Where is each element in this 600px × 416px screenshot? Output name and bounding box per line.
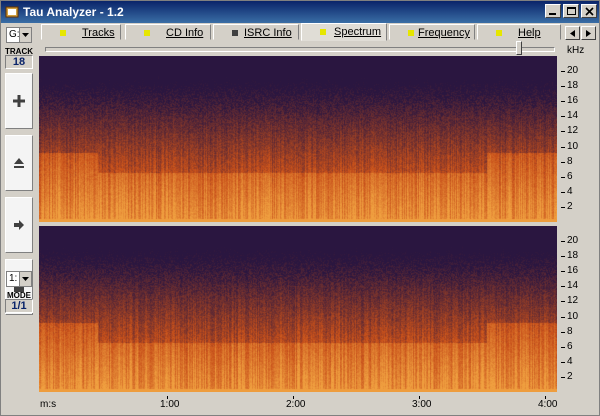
frequency-tick-label: 8 (561, 325, 573, 337)
time-tick-label: 2:00 (286, 399, 306, 410)
spectrum-channel-right (39, 226, 557, 392)
frequency-tick-label: 2 (561, 200, 573, 212)
tab-bar: Tracks CD Info ISRC Info Spectrum Freque… (39, 23, 599, 41)
next-button[interactable] (5, 197, 33, 253)
plus-play-icon (13, 95, 25, 107)
drive-select[interactable]: G: (6, 27, 32, 43)
frequency-tick-label: 18 (560, 250, 579, 262)
left-control-panel: G: TRACK 18 1: MODE 1/1 (1, 23, 37, 415)
eject-icon (14, 158, 24, 168)
frequency-tick-label: 10 (560, 310, 579, 322)
close-icon (585, 7, 594, 16)
frequency-tick-label: 10 (560, 140, 579, 152)
frequency-tick-label: 20 (560, 235, 579, 247)
frequency-tick-label: 4 (561, 355, 573, 367)
chevron-down-icon (19, 272, 31, 286)
frequency-axis-top: 20 18 16 14 12 10 8 6 4 2 (560, 56, 600, 222)
chevron-left-icon (570, 30, 575, 37)
tab-help[interactable]: Help (477, 24, 561, 40)
tab-frequency[interactable]: Frequency (389, 24, 475, 40)
spectrogram-canvas (39, 226, 557, 392)
tab-scroll-left[interactable] (565, 26, 580, 40)
tab-tracks[interactable]: Tracks (41, 24, 121, 40)
frequency-axis-bottom: 20 18 16 14 12 10 8 6 4 2 (560, 226, 600, 392)
tab-status-icon (496, 30, 502, 36)
zoom-slider-thumb[interactable] (516, 41, 522, 55)
eject-button[interactable] (5, 135, 33, 191)
close-button[interactable] (581, 4, 597, 18)
channel-select[interactable]: 1: (6, 271, 32, 287)
play-button[interactable] (5, 73, 33, 129)
window-title: Tau Analyzer - 1.2 (23, 5, 124, 19)
time-tick-label: 1:00 (160, 399, 180, 410)
maximize-button[interactable] (563, 4, 579, 18)
title-bar: Tau Analyzer - 1.2 (1, 1, 599, 23)
chevron-down-icon (19, 28, 31, 42)
tab-status-icon (408, 30, 414, 36)
chevron-right-icon (586, 30, 591, 37)
tab-status-icon (232, 30, 238, 36)
time-tick-label: 4:00 (538, 399, 558, 410)
app-icon (5, 6, 19, 18)
app-window: Tau Analyzer - 1.2 G: TRACK 18 1: MODE 1… (0, 0, 600, 416)
zoom-slider-track[interactable] (45, 47, 555, 52)
frequency-tick-label: 6 (561, 170, 573, 182)
tab-status-icon (320, 29, 326, 35)
frequency-tick-label: 14 (560, 110, 579, 122)
frequency-tick-label: 4 (561, 185, 573, 197)
time-tick-label: 3:00 (412, 399, 432, 410)
minimize-icon (549, 13, 556, 15)
tab-cd-info[interactable]: CD Info (125, 24, 211, 40)
spectrum-channel-left (39, 56, 557, 222)
spectrum-view (39, 56, 559, 396)
frequency-tick-label: 12 (560, 295, 579, 307)
time-axis: m:s 1:00 2:00 3:00 4:00 (39, 396, 559, 414)
tab-status-icon (60, 30, 66, 36)
frequency-tick-label: 2 (561, 370, 573, 382)
spectrogram-canvas (39, 56, 557, 222)
frequency-tick-label: 18 (560, 80, 579, 92)
khz-unit-label: kHz (567, 45, 585, 56)
frequency-tick-label: 6 (561, 340, 573, 352)
time-axis-label: m:s (40, 399, 57, 410)
tab-spectrum[interactable]: Spectrum (301, 23, 387, 41)
frequency-tick-label: 12 (560, 125, 579, 137)
tab-isrc-info[interactable]: ISRC Info (213, 24, 299, 40)
frequency-tick-label: 14 (560, 280, 579, 292)
tab-scroll-right[interactable] (581, 26, 596, 40)
maximize-icon (567, 7, 576, 15)
track-number: 18 (5, 55, 33, 69)
frequency-tick-label: 8 (561, 155, 573, 167)
frequency-tick-label: 20 (560, 65, 579, 77)
mode-value: 1/1 (5, 299, 33, 313)
tab-status-icon (144, 30, 150, 36)
minimize-button[interactable] (545, 4, 561, 18)
frequency-tick-label: 16 (560, 265, 579, 277)
arrow-right-icon (14, 220, 24, 230)
frequency-tick-label: 16 (560, 95, 579, 107)
